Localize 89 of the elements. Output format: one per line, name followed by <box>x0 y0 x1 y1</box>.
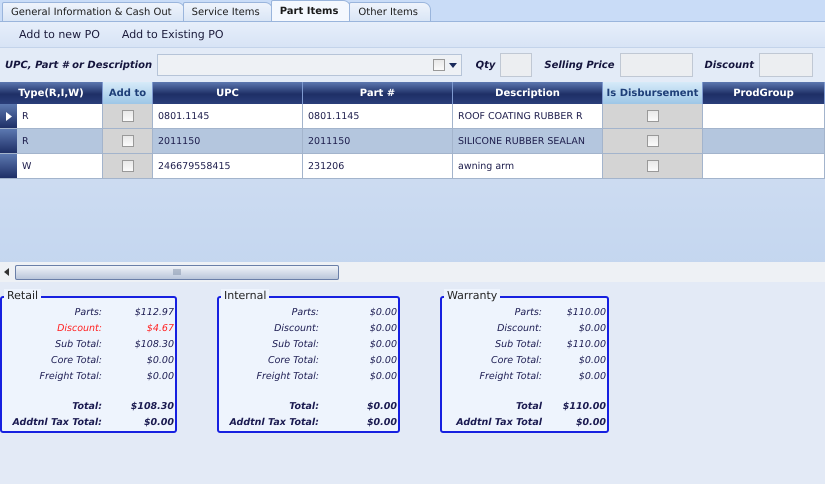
summary-value: $0.00 <box>578 370 607 382</box>
summary-value: $0.00 <box>368 354 398 366</box>
current-row-icon <box>6 112 12 120</box>
column-header[interactable]: Is Disbursement <box>603 82 703 104</box>
summary-value: $4.67 <box>146 322 175 334</box>
toolbar-button[interactable]: Add to Existing PO <box>110 25 235 44</box>
tab[interactable]: Other Items <box>349 2 431 21</box>
summary-label: Parts: <box>514 306 542 318</box>
checkbox[interactable] <box>122 110 134 122</box>
row-selector[interactable] <box>0 104 17 128</box>
summary-label: Total: <box>288 400 319 412</box>
column-header[interactable]: Description <box>453 82 603 104</box>
summary-value: $110.00 <box>566 338 607 350</box>
summary-label: Sub Total: <box>494 338 542 350</box>
summary-value: $0.00 <box>146 370 175 382</box>
summary-value: $0.00 <box>574 416 607 428</box>
summary-label: Freight Total: <box>256 370 319 382</box>
summary-value: $0.00 <box>366 416 398 428</box>
summary-value: $0.00 <box>366 400 398 412</box>
selling-price-field[interactable] <box>620 53 692 77</box>
summary-label: Sub Total: <box>54 338 102 350</box>
summary-value: $0.00 <box>368 370 398 382</box>
summary-label: Sub Total: <box>271 338 319 350</box>
table-cell: 231206 <box>303 154 453 178</box>
summary-value: $112.97 <box>134 306 175 318</box>
tab[interactable]: General Information & Cash Out <box>2 2 185 21</box>
summary-value: $0.00 <box>578 354 607 366</box>
table-cell: W <box>17 154 103 178</box>
summary-label: Addtnl Tax Total: <box>228 416 319 428</box>
column-header[interactable]: UPC <box>153 82 303 104</box>
summary-label: Total: <box>71 400 102 412</box>
summary-value: $110.00 <box>566 306 607 318</box>
table-cell: 0801.1145 <box>153 104 303 128</box>
summary-label: Discount: <box>496 322 542 334</box>
summary-value: $110.00 <box>562 400 607 412</box>
scroll-left-icon[interactable] <box>4 268 9 276</box>
summary-label: Core Total: <box>50 354 102 366</box>
checkbox[interactable] <box>122 160 134 172</box>
table-cell: SILICONE RUBBER SEALAN <box>453 129 603 153</box>
tab[interactable]: Part Items <box>270 0 352 21</box>
checkbox[interactable] <box>432 59 445 71</box>
tab[interactable]: Service Items <box>182 2 273 21</box>
selling-price-label: Selling Price <box>544 60 614 70</box>
summary-label: Freight Total: <box>38 370 102 382</box>
summary-label: Core Total: <box>266 354 319 366</box>
scrollbar-thumb[interactable] <box>15 264 339 280</box>
table-cell: 0801.1145 <box>303 104 453 128</box>
summary-value: $0.00 <box>368 322 398 334</box>
qty-label: Qty <box>476 60 496 70</box>
summary-label: Freight Total: <box>478 370 542 382</box>
table-cell: 246679558415 <box>153 154 303 178</box>
checkbox[interactable] <box>646 160 658 172</box>
search-label: UPC, Part # or Description <box>5 60 152 70</box>
table-cell: ROOF COATING RUBBER R <box>453 104 603 128</box>
table-cell: 2011150 <box>303 129 453 153</box>
summary-value: $0.00 <box>146 354 175 366</box>
column-header[interactable]: Add to <box>103 82 153 104</box>
discount-label: Discount <box>704 60 754 70</box>
table-cell: awning arm <box>453 154 603 178</box>
panel-title: Retail <box>4 289 42 302</box>
summary-value: $108.30 <box>130 400 175 412</box>
summary-value: $0.00 <box>578 322 607 334</box>
summary-label: Discount: <box>273 322 319 334</box>
summary-label: Parts: <box>74 306 102 318</box>
table-cell: R <box>17 129 103 153</box>
discount-field[interactable] <box>759 53 813 77</box>
column-header[interactable]: ProdGroup <box>703 82 825 104</box>
checkbox[interactable] <box>646 135 658 147</box>
table-cell: 2011150 <box>153 129 303 153</box>
summary-label: Core Total: <box>490 354 542 366</box>
summary-label: Total <box>515 400 542 412</box>
summary-label: Parts: <box>290 306 319 318</box>
summary-value: $108.30 <box>134 338 175 350</box>
summary-value: $0.00 <box>368 306 398 318</box>
summary-label: Addtnl Tax Total: <box>11 416 102 428</box>
toolbar-button[interactable]: Add to new PO <box>8 25 111 44</box>
summary-label: Addtnl Tax Total <box>454 416 542 428</box>
panel-title: Internal <box>221 289 270 302</box>
summary-value: $0.00 <box>368 338 398 350</box>
dropdown-arrow-icon[interactable] <box>448 62 457 68</box>
qty-field[interactable] <box>500 53 532 77</box>
summary-label: Discount: <box>56 322 102 334</box>
panel-title: Warranty <box>444 289 500 302</box>
column-header[interactable]: Part # <box>303 82 453 104</box>
checkbox[interactable] <box>646 110 658 122</box>
column-header[interactable]: Type(R,I,W) <box>0 82 103 104</box>
summary-value: $0.00 <box>142 416 175 428</box>
checkbox[interactable] <box>122 135 134 147</box>
table-cell: R <box>17 104 103 128</box>
